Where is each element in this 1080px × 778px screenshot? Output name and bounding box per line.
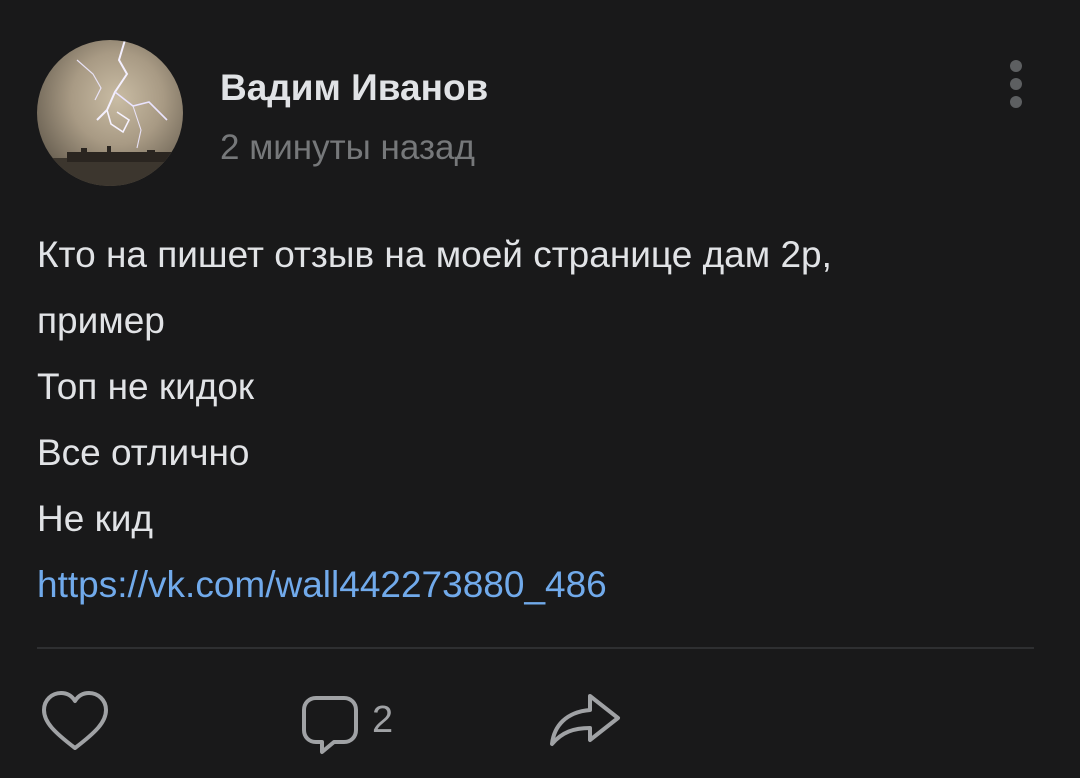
comment-count: 2 [372, 699, 394, 741]
post-text-line: Кто на пишет отзыв на моей странице дам … [37, 234, 832, 275]
post-text-line: пример [37, 300, 165, 341]
vertical-dots-icon [1010, 96, 1022, 108]
comment-button[interactable]: 2 [300, 690, 410, 756]
vertical-dots-icon [1010, 60, 1022, 72]
heart-icon [42, 691, 108, 750]
post-text-line: Топ не кидок [37, 366, 255, 407]
more-options-button[interactable] [996, 52, 1036, 116]
post-timestamp: 2 минуты назад [220, 128, 475, 167]
post-text: Кто на пишет отзыв на моей странице дам … [37, 222, 1047, 618]
author-name[interactable]: Вадим Иванов [220, 66, 488, 110]
author-avatar[interactable] [37, 40, 183, 186]
lightning-storm-photo [37, 40, 183, 186]
post-text-line: Все отлично [37, 432, 250, 473]
divider [37, 647, 1034, 649]
post-link[interactable]: https://vk.com/wall442273880_486 [37, 552, 1047, 618]
post-card: Вадим Иванов 2 минуты назад Кто на пишет… [0, 0, 1080, 778]
post-text-line: Не кид [37, 498, 154, 539]
share-button[interactable] [546, 690, 626, 756]
share-arrow-icon [550, 694, 620, 746]
like-button[interactable] [40, 690, 110, 756]
vertical-dots-icon [1010, 78, 1022, 90]
comment-bubble-icon [302, 696, 358, 754]
